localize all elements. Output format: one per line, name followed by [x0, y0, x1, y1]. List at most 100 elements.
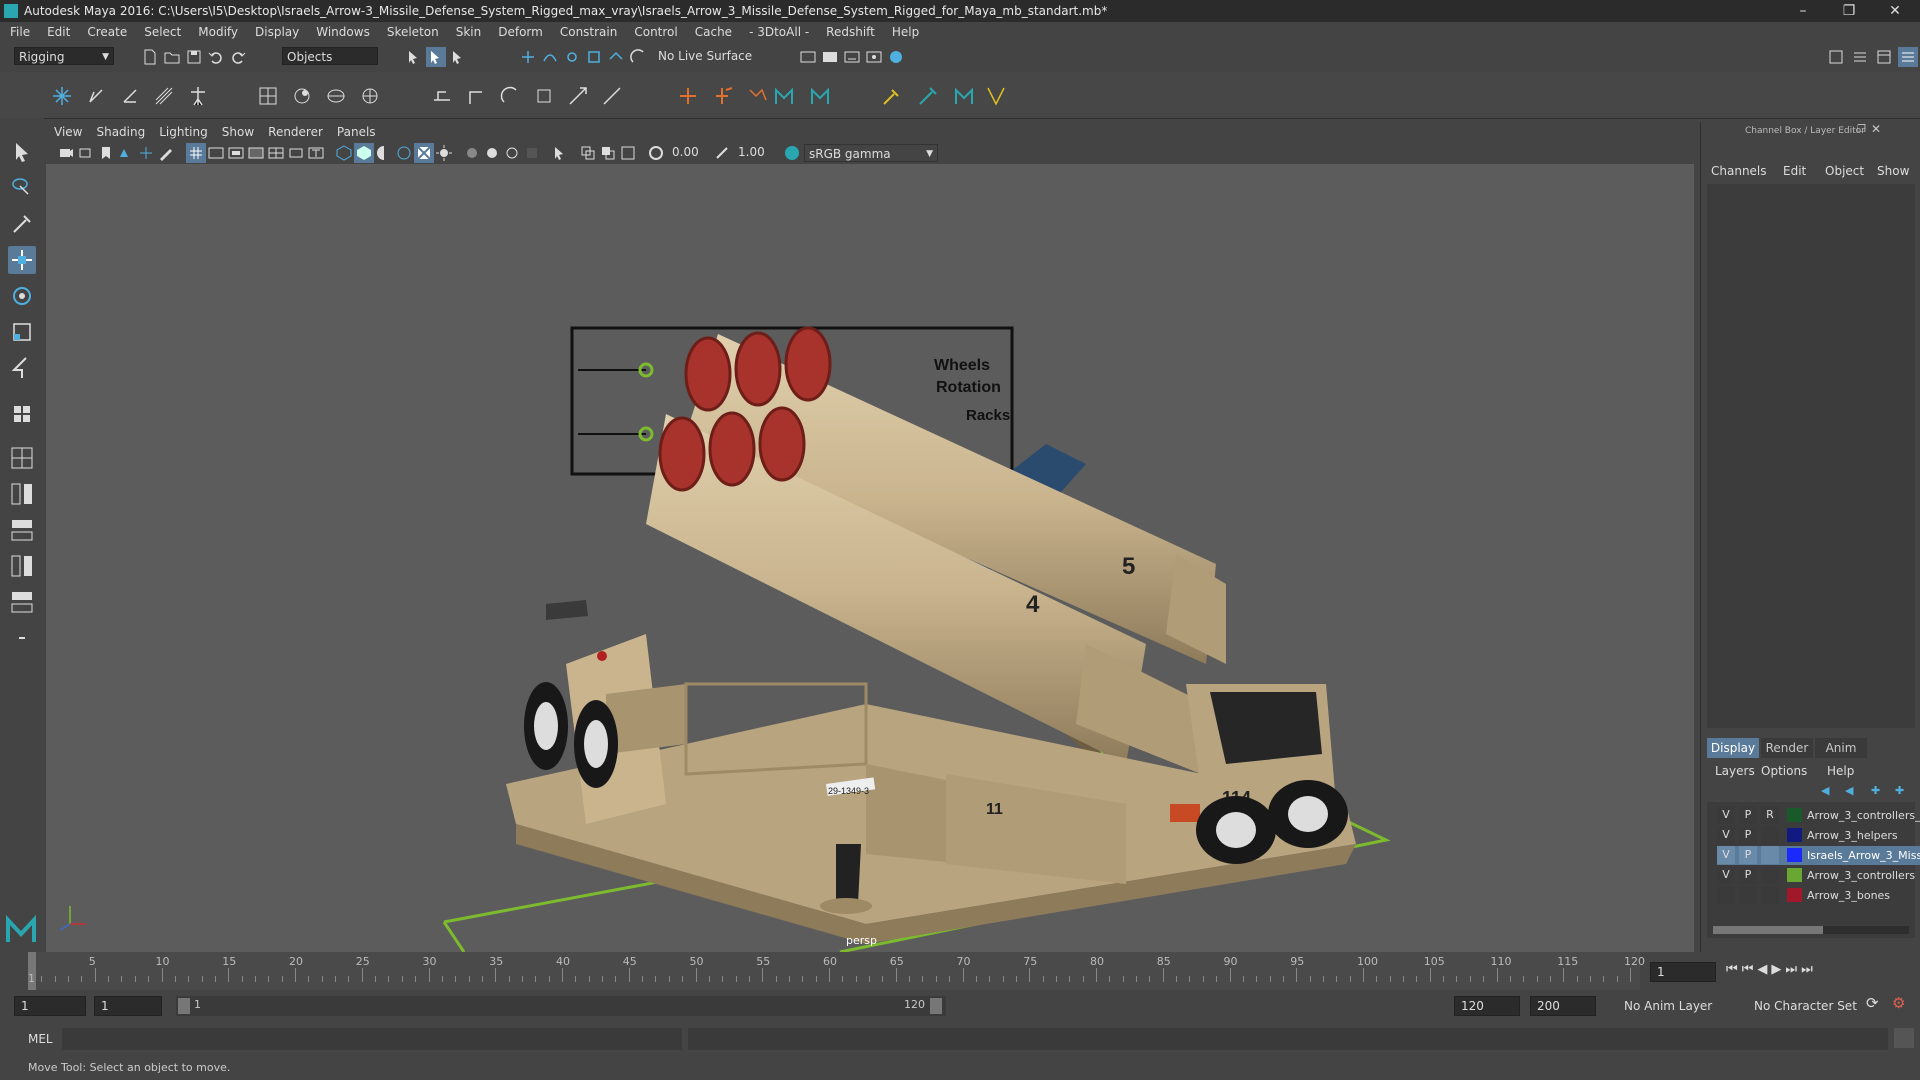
point-constraint-icon[interactable]: [464, 84, 488, 108]
vp-menu-panels[interactable]: Panels: [337, 125, 376, 139]
joint-chain-icon[interactable]: [746, 84, 770, 108]
script-editor-icon[interactable]: [1894, 1028, 1914, 1048]
ik-spline-icon[interactable]: [118, 84, 142, 108]
exposure-icon[interactable]: [646, 143, 666, 163]
menu-modify[interactable]: Modify: [198, 25, 238, 39]
tab-anim[interactable]: Anim: [1815, 738, 1867, 758]
layer-row[interactable]: V P Arrow_3_controllers: [1717, 866, 1920, 885]
layer-color-swatch[interactable]: [1787, 848, 1802, 862]
locator-icon[interactable]: [676, 84, 700, 108]
layout-persp-outliner-icon[interactable]: [8, 516, 36, 544]
image-plane-icon[interactable]: [116, 143, 136, 163]
playback-end-field[interactable]: 120: [1454, 996, 1520, 1016]
modeling-toolkit-icon[interactable]: [1826, 47, 1846, 67]
maximize-button[interactable]: ❐: [1826, 0, 1872, 22]
layer-row[interactable]: Arrow_3_bones: [1717, 886, 1920, 905]
hammer-skin-icon[interactable]: [880, 84, 904, 108]
ipr-render-icon[interactable]: [842, 47, 862, 67]
anim-layer-dropdown[interactable]: No Anim Layer: [1620, 997, 1740, 1015]
layer-color-swatch[interactable]: [1787, 888, 1802, 902]
layer-color-swatch[interactable]: [1787, 808, 1802, 822]
hypershade-icon[interactable]: [886, 47, 906, 67]
menu-cache[interactable]: Cache: [695, 25, 732, 39]
layer-move-up-icon[interactable]: ◀: [1821, 784, 1829, 797]
grease-pencil-icon[interactable]: [156, 143, 176, 163]
layer-visibility-toggle[interactable]: V: [1717, 846, 1735, 864]
character-set-dropdown[interactable]: No Character Set: [1750, 997, 1870, 1015]
cb-menu-object[interactable]: Object: [1825, 164, 1864, 178]
layer-visibility-toggle[interactable]: V: [1717, 826, 1735, 844]
aim-constraint-icon[interactable]: [566, 84, 590, 108]
maya-script-icon[interactable]: [772, 84, 796, 108]
xray-components-icon[interactable]: [618, 143, 638, 163]
menu-skeleton[interactable]: Skeleton: [387, 25, 439, 39]
default-material-icon[interactable]: [374, 143, 394, 163]
time-slider-track[interactable]: 1 5 10 15 20 25 30 35 40 45 50 55 60 65 70 75 80 85 90 95 1…: [28, 952, 1645, 990]
snap-pivot-icon[interactable]: [628, 47, 648, 67]
new-layer-icon[interactable]: ✚: [1871, 784, 1880, 797]
layer-playback-toggle[interactable]: P: [1739, 866, 1757, 884]
layout-four-icon[interactable]: [8, 480, 36, 508]
layer-menu-help[interactable]: Help: [1827, 764, 1854, 778]
anim-end-field[interactable]: 200: [1530, 996, 1596, 1016]
layer-reference-toggle[interactable]: [1761, 846, 1779, 864]
layer-move-down-icon[interactable]: ◀: [1845, 784, 1853, 797]
parent-constraint-icon[interactable]: [430, 84, 454, 108]
layer-menu-layers[interactable]: Layers: [1715, 764, 1755, 778]
smooth-shade-icon[interactable]: [354, 143, 374, 163]
select-tool-icon[interactable]: [8, 138, 36, 166]
exposure-field[interactable]: 0.00: [666, 143, 712, 163]
playback-controls[interactable]: ⏮⏮◀▶⏭⏭: [1726, 962, 1817, 977]
bind-skin-icon[interactable]: [152, 84, 176, 108]
menu-control[interactable]: Control: [634, 25, 677, 39]
pole-vector-icon[interactable]: [600, 84, 624, 108]
save-scene-icon[interactable]: [184, 47, 204, 67]
wire-deformer-icon[interactable]: [324, 84, 348, 108]
layout-more-icon[interactable]: [8, 624, 36, 652]
render-view-icon[interactable]: [798, 47, 818, 67]
shadows-icon[interactable]: [462, 143, 482, 163]
close-button[interactable]: ✕: [1872, 0, 1918, 22]
layer-visibility-toggle[interactable]: V: [1717, 806, 1735, 824]
minimize-button[interactable]: –: [1780, 0, 1826, 22]
bookmark-icon[interactable]: [96, 143, 116, 163]
layer-playback-toggle[interactable]: P: [1739, 806, 1757, 824]
attribute-editor-icon[interactable]: [1850, 47, 1870, 67]
grid-toggle-icon[interactable]: [186, 143, 206, 163]
select-component-icon[interactable]: [448, 47, 468, 67]
film-gate-icon[interactable]: [206, 143, 226, 163]
menu-redshift[interactable]: Redshift: [826, 25, 875, 39]
camera-lock-icon[interactable]: [76, 143, 96, 163]
wireframe-icon[interactable]: [334, 143, 354, 163]
layer-reference-toggle[interactable]: R: [1761, 806, 1779, 824]
animation-prefs-icon[interactable]: ⚙: [1892, 994, 1905, 1012]
create-joint-icon[interactable]: [50, 84, 74, 108]
blend-shape-icon[interactable]: [358, 84, 382, 108]
layer-row[interactable]: V P Arrow_3_helpers: [1717, 826, 1920, 845]
menu-constrain[interactable]: Constrain: [560, 25, 618, 39]
select-hierarchy-icon[interactable]: [404, 47, 424, 67]
tool-settings-icon[interactable]: [1874, 47, 1894, 67]
channel-list[interactable]: [1707, 184, 1915, 728]
scale-tool-icon[interactable]: [8, 318, 36, 346]
textured-icon[interactable]: [414, 143, 434, 163]
range-end-handle[interactable]: [930, 998, 942, 1014]
motion-blur-icon[interactable]: [502, 143, 522, 163]
locator-aim-icon[interactable]: [712, 84, 736, 108]
snap-curve-icon[interactable]: [540, 47, 560, 67]
isolate-select-icon[interactable]: [550, 143, 570, 163]
menu-windows[interactable]: Windows: [316, 25, 370, 39]
cb-menu-channels[interactable]: Channels: [1711, 164, 1767, 178]
vp-menu-shading[interactable]: Shading: [96, 125, 145, 139]
gamma-field[interactable]: 1.00: [732, 143, 778, 163]
command-input[interactable]: [62, 1028, 682, 1050]
xray-icon[interactable]: [578, 143, 598, 163]
wireframe-on-shaded-icon[interactable]: [394, 143, 414, 163]
menu-file[interactable]: File: [10, 25, 30, 39]
vp-menu-view[interactable]: View: [54, 125, 82, 139]
vp-menu-lighting[interactable]: Lighting: [159, 125, 208, 139]
ik-handle-icon[interactable]: [84, 84, 108, 108]
anti-aliasing-icon[interactable]: [522, 143, 542, 163]
tab-display[interactable]: Display: [1707, 738, 1759, 758]
auto-key-icon[interactable]: ⟳: [1866, 994, 1879, 1012]
